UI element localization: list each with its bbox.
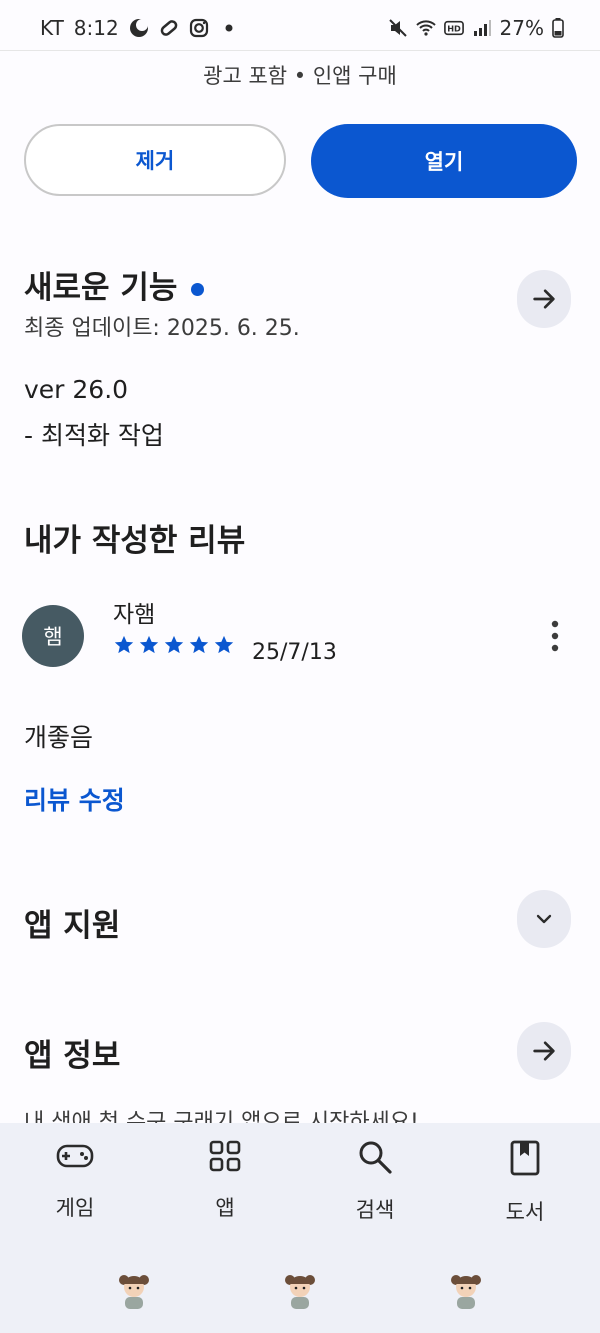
nav-item-search[interactable]: 검색 <box>325 1140 425 1224</box>
release-note: - 최적화 작업 <box>24 421 164 450</box>
app-meta-text: 광고 포함 • 인앱 구매 <box>203 64 397 88</box>
status-bar: KT 8:12 HD 27% <box>0 0 600 50</box>
nav-item-apps[interactable]: 앱 <box>175 1140 275 1222</box>
svg-text:HD: HD <box>447 24 461 34</box>
clock: 8:12 <box>73 16 119 40</box>
star-icon <box>164 635 184 654</box>
nav-label-games: 게임 <box>55 1196 95 1220</box>
star-rating <box>113 634 235 656</box>
nav-item-books[interactable]: 도서 <box>475 1140 575 1226</box>
character-avatar-2 <box>282 1272 318 1314</box>
avatar-initial: 햄 <box>43 625 63 649</box>
chevron-down-icon <box>536 914 552 924</box>
hd-icon: HD <box>443 20 464 36</box>
instagram-icon <box>189 18 208 38</box>
whats-new-arrow-button[interactable] <box>517 270 571 328</box>
battery-icon <box>552 18 564 38</box>
nav-item-games[interactable]: 게임 <box>25 1140 125 1222</box>
pill-icon <box>160 20 178 36</box>
book-icon <box>510 1140 540 1176</box>
character-icon <box>285 1275 315 1309</box>
app-info-preview: 내 생애 첫 수구 구래기 앱으로 시작하세요! <box>24 1110 419 1123</box>
more-options-button[interactable] <box>538 618 572 658</box>
notification-dot-icon <box>225 24 233 32</box>
my-review-title: 내가 작성한 리뷰 <box>24 523 246 559</box>
search-icon <box>359 1141 392 1174</box>
gamepad-icon <box>56 1144 94 1168</box>
status-divider <box>0 50 600 51</box>
avatar: 햄 <box>22 605 84 667</box>
more-vert-icon <box>551 620 559 652</box>
star-icon <box>114 635 134 654</box>
apps-grid-icon <box>209 1140 241 1172</box>
moon-icon <box>129 19 148 37</box>
whats-new-title: 새로운 기능 <box>24 262 205 307</box>
review-author: 자햄 <box>113 602 156 628</box>
carrier: KT <box>40 16 64 40</box>
star-icon <box>214 635 234 654</box>
version-text: ver 26.0 <box>24 375 129 404</box>
app-info-title: 앱 정보 <box>24 1038 121 1074</box>
character-icon <box>119 1275 149 1309</box>
app-support-expand-button[interactable] <box>517 890 571 948</box>
app-info-arrow-button[interactable] <box>517 1022 571 1080</box>
character-icon <box>451 1275 481 1309</box>
wifi-icon <box>415 20 436 36</box>
character-avatar-1 <box>116 1272 152 1314</box>
last-updated: 최종 업데이트: 2025. 6. 25. <box>24 316 300 341</box>
edit-review-link[interactable]: 리뷰 수정 <box>24 781 125 817</box>
star-icon <box>139 635 159 654</box>
app-support-title: 앱 지원 <box>24 908 121 944</box>
whats-new-title-text: 새로운 기능 <box>24 270 178 306</box>
character-avatar-3 <box>448 1272 484 1314</box>
nav-label-apps: 앱 <box>215 1196 235 1220</box>
new-indicator-dot <box>191 283 205 296</box>
arrow-right-icon <box>533 1041 555 1061</box>
mute-icon <box>388 19 407 37</box>
nav-label-search: 검색 <box>355 1198 395 1222</box>
review-date: 25/7/13 <box>252 640 337 665</box>
remove-button[interactable]: 제거 <box>24 124 286 196</box>
star-icon <box>189 635 209 654</box>
signal-icon <box>473 20 491 36</box>
battery-percent: 27% <box>499 16 544 40</box>
arrow-right-icon <box>533 289 555 309</box>
open-button[interactable]: 열기 <box>311 124 577 198</box>
nav-label-books: 도서 <box>505 1200 545 1224</box>
review-text: 개좋음 <box>24 723 94 752</box>
